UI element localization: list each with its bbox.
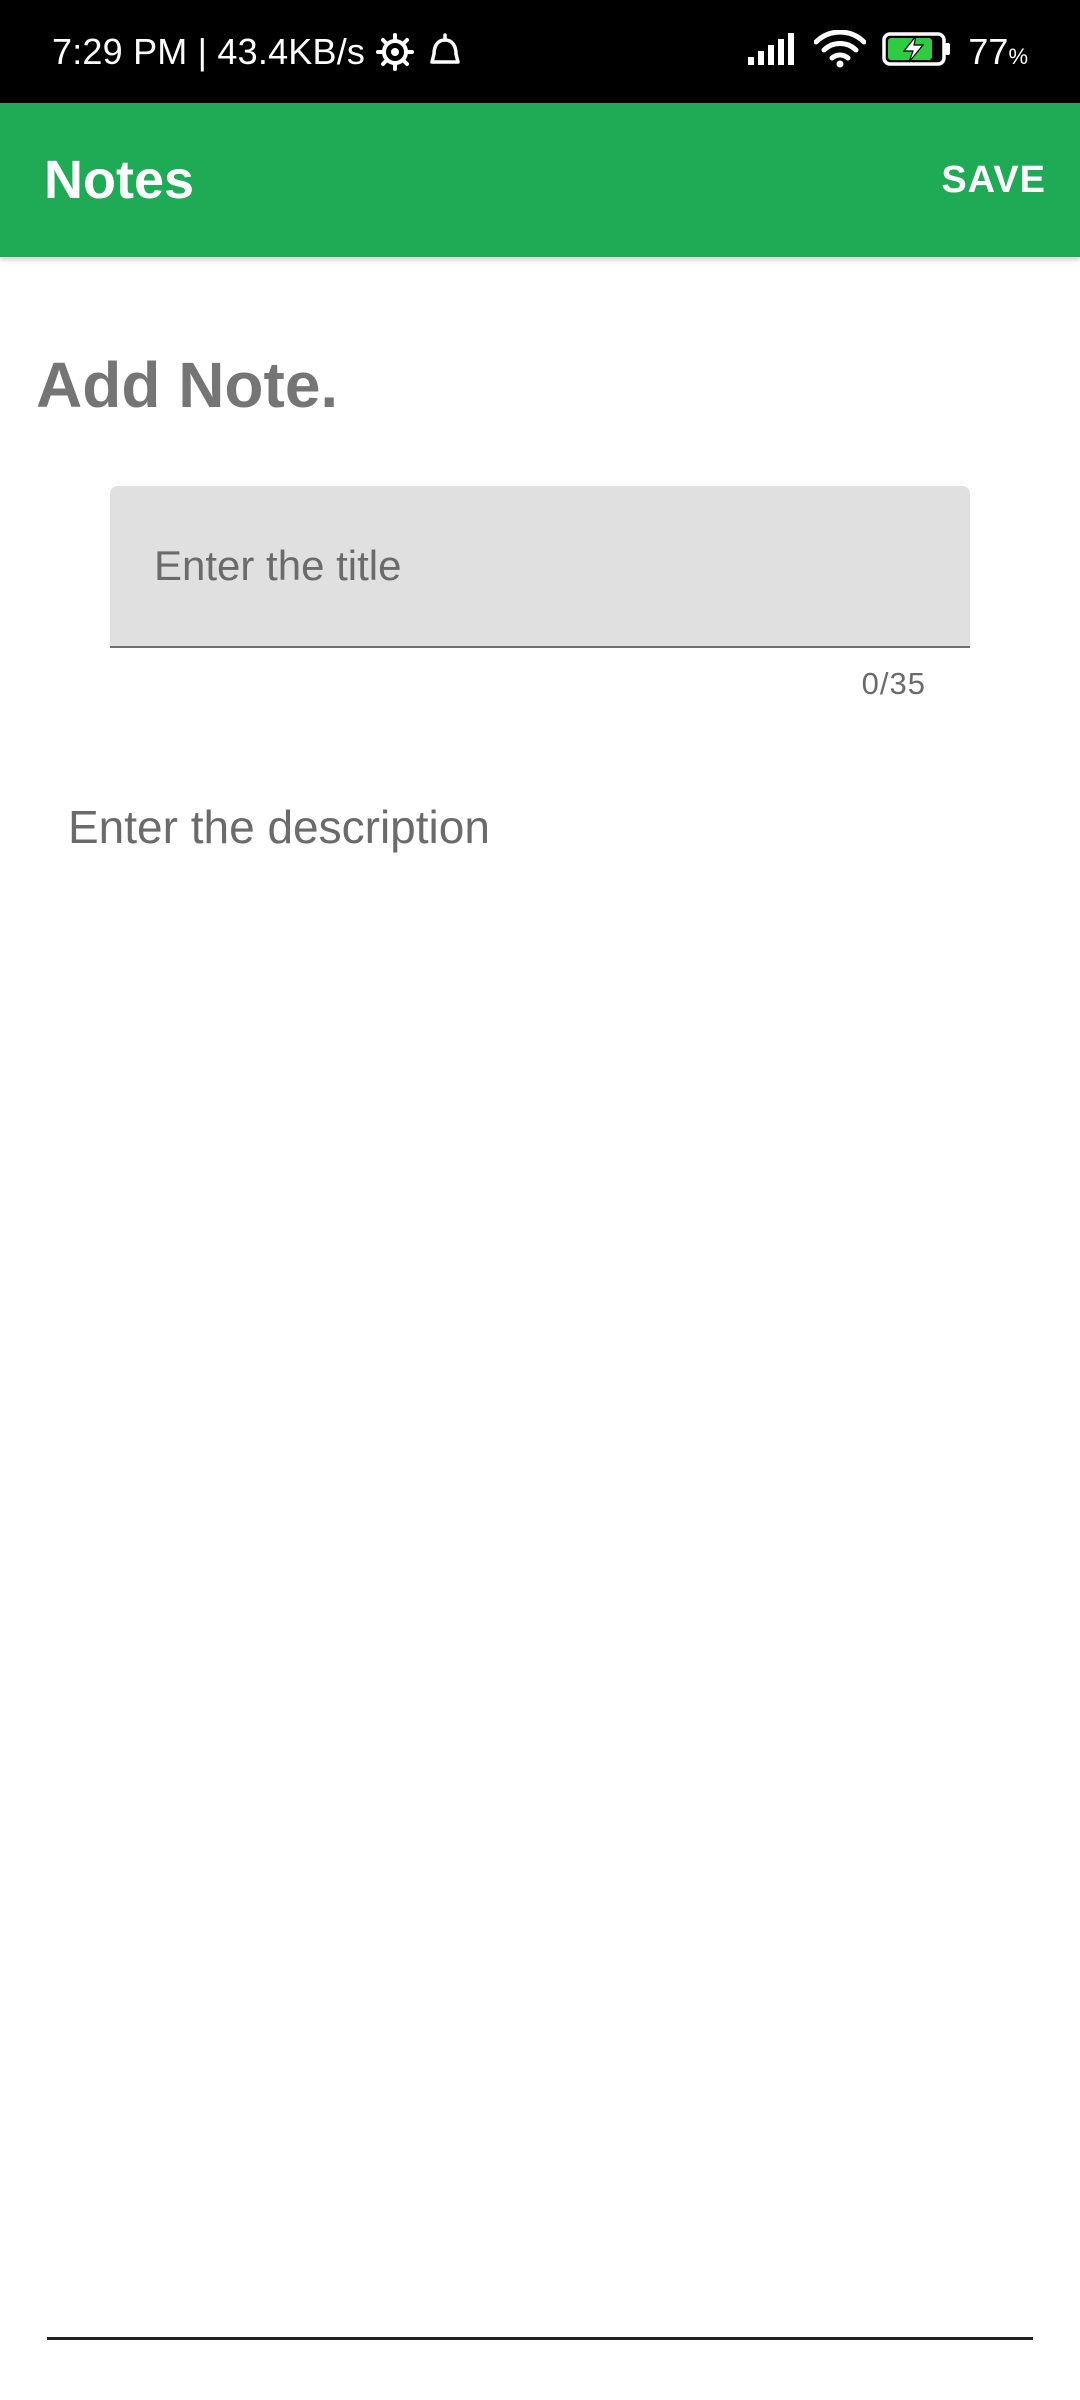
save-button[interactable]: SAVE: [941, 103, 1046, 257]
status-left: 7:29 PM | 43.4KB/s: [52, 0, 465, 103]
battery-charging-icon: [882, 31, 952, 72]
alarm-icon: [425, 32, 465, 72]
app-bar: Notes SAVE: [0, 103, 1080, 257]
status-bar: 7:29 PM | 43.4KB/s 77%: [0, 0, 1080, 103]
description-underline: [47, 2337, 1033, 2340]
settings-icon: [375, 32, 415, 72]
battery-unit: %: [1008, 43, 1028, 69]
description-input[interactable]: [68, 800, 1018, 2300]
signal-icon: [748, 33, 798, 70]
wifi-icon: [813, 29, 867, 73]
app-title: Notes: [44, 150, 195, 210]
battery-value: 77: [968, 30, 1009, 72]
title-character-counter: 0/35: [861, 666, 926, 701]
page-heading: Add Note.: [36, 349, 339, 421]
status-right: 77%: [748, 0, 1028, 103]
title-field[interactable]: [110, 486, 970, 648]
title-input[interactable]: [154, 486, 934, 646]
battery-percentage: 77%: [968, 31, 1028, 73]
status-time: 7:29 PM | 43.4KB/s: [52, 30, 366, 72]
